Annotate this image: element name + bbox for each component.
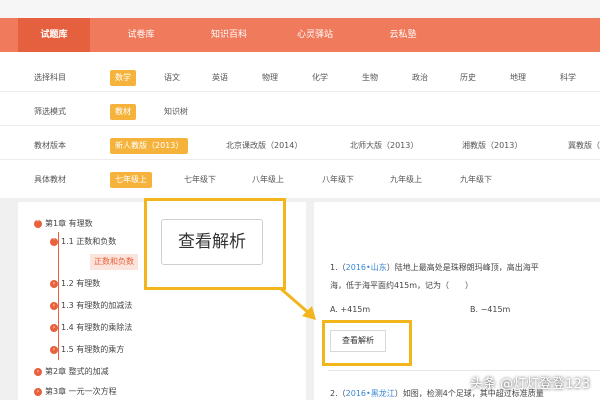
question-1-option-a[interactable]: A. +415m	[330, 304, 370, 316]
filter-label: 选择科目	[34, 73, 66, 82]
subject-option-chemistry[interactable]: 化学	[312, 70, 328, 86]
filter-row-textbook: 具体教材 七年级上 七年级下 八年级上 八年级下 九年级上 九年级下	[0, 166, 600, 194]
view-analysis-button-zoomed: 查看解析	[161, 219, 263, 265]
textbook-option-8a[interactable]: 八年级上	[252, 172, 284, 188]
watermark: 头条 @灯灯登登123	[470, 377, 590, 392]
pointer-arrow-icon	[279, 286, 316, 320]
question-divider	[328, 370, 600, 371]
tree-section-1-2[interactable]: › 1.2 有理数	[50, 276, 100, 292]
textbook-option-9b[interactable]: 九年级下	[460, 172, 492, 188]
question-text: ）陆地上最高处是珠穆朗玛峰顶，高出海平	[386, 263, 539, 272]
subject-option-chinese[interactable]: 语文	[164, 70, 180, 86]
tree-label: 1.4 有理数的乘除法	[61, 323, 133, 332]
filter-label: 教材版本	[34, 141, 66, 150]
question-1-option-b[interactable]: B. −415m	[470, 304, 510, 316]
question-number: 2.（	[330, 389, 346, 398]
nav-item-encyclopedia[interactable]: 知识百科	[196, 18, 262, 52]
subject-option-biology[interactable]: 生物	[362, 70, 378, 86]
collapse-icon: ˅	[50, 237, 58, 246]
tree-leaf-positive-negative[interactable]: 正数和负数	[90, 254, 138, 270]
filter-row-edition: 教材版本 新人教版（2013） 北京课改版（2014） 北师大版（2013） 湘…	[0, 132, 600, 160]
expand-icon: ›	[50, 345, 58, 354]
subject-option-geography[interactable]: 地理	[510, 70, 526, 86]
nav-item-soul-station[interactable]: 心灵驿站	[282, 18, 348, 52]
edition-option-4[interactable]: 湘教版（2013）	[462, 138, 522, 154]
textbook-option-9a[interactable]: 九年级上	[390, 172, 422, 188]
question-panel: 1.（2016•山东）陆地上最高处是珠穆朗玛峰顶，高出海平 海，低于海平面约41…	[314, 202, 600, 400]
main-nav: 试题库 试卷库 知识百科 心灵驿站 云私塾	[0, 18, 600, 52]
filter-panel: 选择科目 数学 语文 英语 物理 化学 生物 政治 历史 地理 科学 筛选模式 …	[0, 52, 600, 198]
tree-section-1-3[interactable]: › 1.3 有理数的加减法	[50, 298, 132, 314]
nav-item-paper-bank[interactable]: 试卷库	[108, 18, 174, 52]
subject-option-physics[interactable]: 物理	[262, 70, 278, 86]
mode-option-textbook[interactable]: 教材	[110, 104, 136, 120]
tree-label: 第2章 整式的加减	[45, 367, 109, 376]
subject-option-math[interactable]: 数学	[110, 70, 136, 86]
question-1-stem: 1.（2016•山东）陆地上最高处是珠穆朗玛峰顶，高出海平	[330, 262, 539, 274]
expand-icon: ›	[50, 301, 58, 310]
textbook-option-8b[interactable]: 八年级下	[322, 172, 354, 188]
top-strip	[0, 0, 600, 18]
tree-label: 1.3 有理数的加减法	[61, 301, 133, 310]
edition-option-3[interactable]: 北师大版（2013）	[350, 138, 418, 154]
tree-section-1-4[interactable]: › 1.4 有理数的乘除法	[50, 320, 132, 336]
tree-label: 第1章 有理数	[45, 219, 93, 228]
zoom-callout: 查看解析	[144, 198, 286, 290]
tree-label: 1.1 正数和负数	[61, 237, 117, 246]
question-1-stem-cont: 海，低于海平面约415m，记为（ ）	[330, 281, 474, 290]
mode-option-knowledge-tree[interactable]: 知识树	[164, 104, 188, 120]
edition-option-1[interactable]: 新人教版（2013）	[110, 138, 189, 154]
tree-label: 1.2 有理数	[61, 279, 101, 288]
expand-icon: ›	[50, 323, 58, 332]
subject-option-english[interactable]: 英语	[212, 70, 228, 86]
expand-icon: ›	[50, 279, 58, 288]
tree-section-1-1[interactable]: ˅ 1.1 正数和负数	[50, 234, 116, 250]
collapse-icon: ˅	[34, 219, 42, 228]
question-source-link[interactable]: 2016•山东	[346, 263, 387, 272]
textbook-option-7b[interactable]: 七年级下	[184, 172, 216, 188]
filter-row-mode: 筛选模式 教材 知识树	[0, 98, 600, 126]
nav-item-cloud-school[interactable]: 云私塾	[370, 18, 436, 52]
filter-label: 具体教材	[34, 175, 66, 184]
question-number: 1.（	[330, 263, 346, 272]
question-source-link[interactable]: 2016•黑龙江	[346, 389, 395, 398]
tree-connector	[58, 232, 59, 360]
subject-option-science[interactable]: 科学	[560, 70, 576, 86]
tree-label: 1.5 有理数的乘方	[61, 345, 125, 354]
subject-option-politics[interactable]: 政治	[412, 70, 428, 86]
edition-option-2[interactable]: 北京课改版（2014）	[226, 138, 302, 154]
expand-icon: ›	[34, 387, 42, 396]
filter-label: 筛选模式	[34, 107, 66, 116]
tree-chapter-1[interactable]: ˅ 第1章 有理数	[34, 216, 93, 232]
tree-chapter-2[interactable]: › 第2章 整式的加减	[34, 364, 109, 380]
view-analysis-button[interactable]: 查看解析	[330, 330, 386, 352]
subject-option-history[interactable]: 历史	[460, 70, 476, 86]
filter-row-subject: 选择科目 数学 语文 英语 物理 化学 生物 政治 历史 地理 科学	[0, 64, 600, 92]
edition-option-5[interactable]: 冀教版（	[568, 138, 600, 154]
textbook-option-7a[interactable]: 七年级上	[110, 172, 152, 188]
tree-label: 第3章 一元一次方程	[45, 387, 117, 396]
tree-section-1-5[interactable]: › 1.5 有理数的乘方	[50, 342, 124, 358]
nav-item-question-bank[interactable]: 试题库	[18, 18, 90, 52]
tree-chapter-3[interactable]: › 第3章 一元一次方程	[34, 384, 117, 400]
expand-icon: ›	[34, 367, 42, 376]
